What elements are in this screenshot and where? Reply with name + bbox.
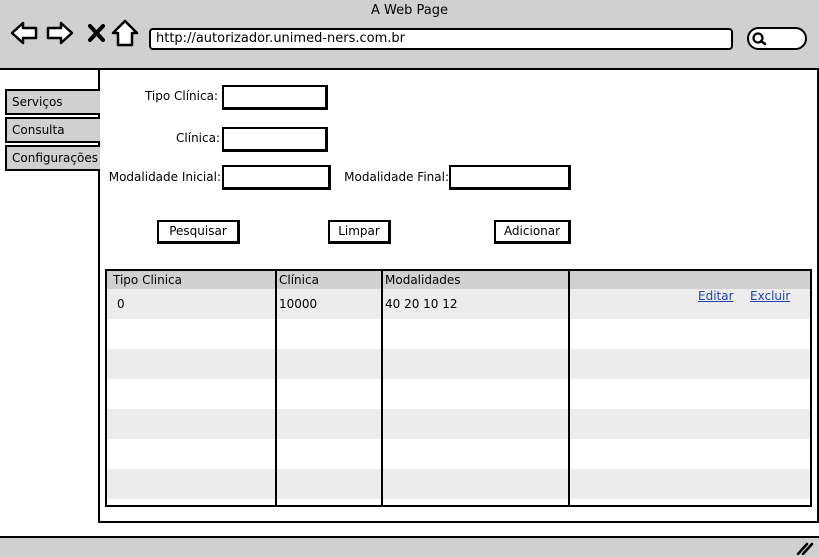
search-icon	[752, 32, 767, 46]
modalidade-final-field[interactable]	[449, 165, 571, 190]
table-row-empty	[107, 439, 810, 469]
cell-modalidades: 40 20 10 12	[385, 297, 458, 311]
clinica-field[interactable]	[222, 127, 328, 152]
close-icon[interactable]	[83, 18, 113, 48]
column-header-clinica: Clínica	[279, 273, 319, 287]
back-arrow-icon[interactable]	[9, 18, 39, 48]
resize-grip-icon[interactable]	[796, 541, 814, 555]
status-bar	[0, 536, 819, 557]
table-row-empty	[107, 379, 810, 409]
delete-link[interactable]: Excluir	[750, 289, 790, 303]
tipo-clinica-label: Tipo Clínica:	[144, 89, 218, 103]
clinica-label: Clínica:	[176, 131, 220, 145]
edit-link[interactable]: Editar	[698, 289, 734, 303]
column-header-tipo-clinica: Tipo Clinica	[113, 273, 183, 287]
modalidade-inicial-field[interactable]	[222, 165, 331, 190]
forward-arrow-icon[interactable]	[45, 18, 75, 48]
sidebar-item-configuracoes[interactable]: Configurações	[5, 145, 100, 171]
pesquisar-button[interactable]: Pesquisar	[157, 220, 240, 244]
modalidade-final-label: Modalidade Final:	[344, 170, 449, 184]
modalidade-inicial-label: Modalidade Inicial:	[108, 170, 221, 184]
limpar-button[interactable]: Limpar	[328, 220, 391, 244]
table-row-empty	[107, 409, 810, 439]
browser-search-box[interactable]	[747, 27, 807, 50]
column-header-modalidades: Modalidades	[385, 273, 461, 287]
column-divider	[275, 271, 277, 505]
table-row-empty	[107, 319, 810, 349]
column-divider	[568, 271, 570, 505]
table-row-empty	[107, 469, 810, 499]
sidebar-item-consulta[interactable]: Consulta	[5, 117, 100, 143]
cell-clinica: 10000	[279, 297, 318, 311]
address-bar[interactable]: http://autorizador.unimed-ners.com.br	[149, 28, 733, 50]
tipo-clinica-field[interactable]	[222, 85, 328, 110]
column-divider	[381, 271, 383, 505]
window-title: A Web Page	[371, 3, 448, 18]
adicionar-button[interactable]: Adicionar	[494, 220, 571, 244]
table-row-empty	[107, 349, 810, 379]
sidebar-item-servicos[interactable]: Serviços	[5, 89, 100, 115]
cell-tipo-clinica: 0	[117, 297, 125, 311]
results-table: Tipo Clinica Clínica Modalidades 0 10000…	[105, 269, 812, 507]
home-icon[interactable]	[110, 18, 140, 48]
